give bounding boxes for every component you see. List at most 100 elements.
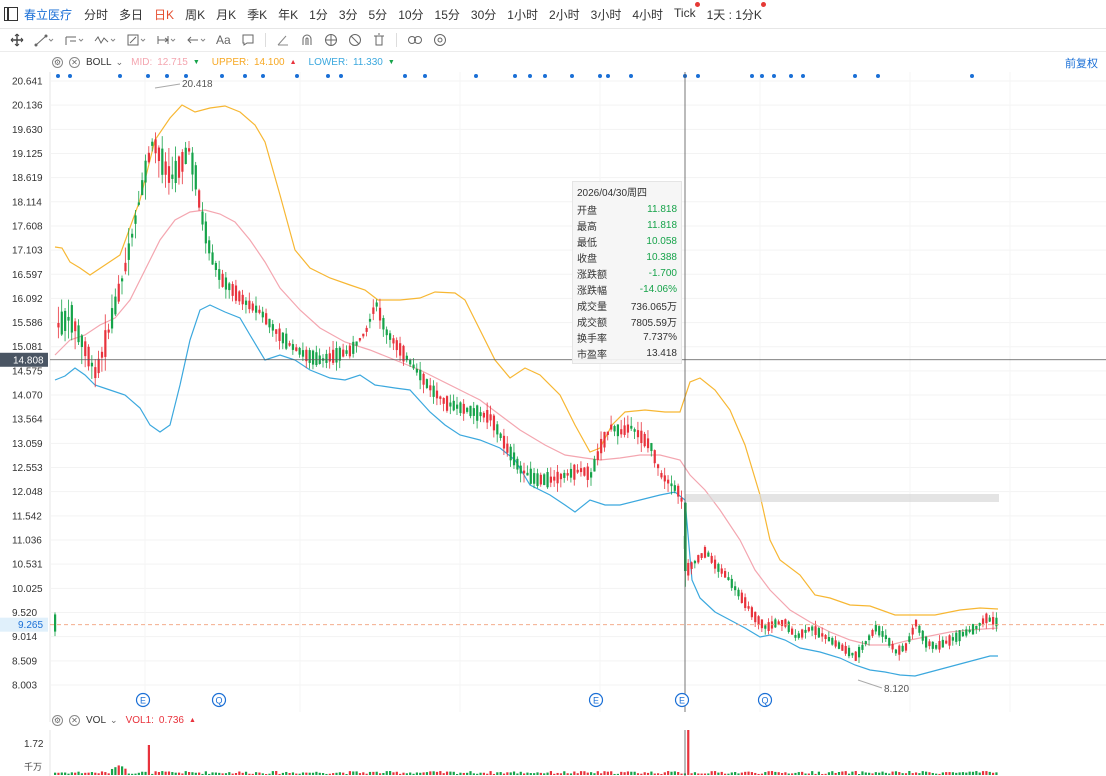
volume-bar bbox=[884, 772, 887, 775]
volume-bar bbox=[462, 772, 465, 775]
chevron-down-icon[interactable]: ⌄ bbox=[110, 715, 118, 726]
period-tab[interactable]: 5分 bbox=[369, 6, 388, 23]
period-tab[interactable]: 3小时 bbox=[591, 6, 622, 23]
volume-bar bbox=[261, 773, 264, 775]
period-tab[interactable]: 季K bbox=[247, 6, 267, 23]
magnet-icon[interactable] bbox=[300, 33, 314, 47]
vol-name[interactable]: VOL bbox=[86, 715, 106, 726]
candlestick-chart[interactable]: 20.641 20.136 19.630 19.125 18.619 18.114 17.6… bbox=[0, 72, 1106, 728]
volume-bar bbox=[345, 773, 348, 775]
volume-bar bbox=[147, 745, 150, 775]
volume-bar bbox=[881, 771, 884, 775]
hide-icon[interactable] bbox=[348, 33, 362, 47]
tooltip-row: 换手率 7.737% bbox=[577, 329, 677, 345]
period-tab[interactable]: 4小时 bbox=[632, 6, 663, 23]
period-tab[interactable]: 1小时 bbox=[507, 6, 538, 23]
candle-body bbox=[161, 148, 164, 175]
settings-icon[interactable] bbox=[433, 33, 447, 47]
restore-mode-button[interactable]: 前复权 bbox=[1065, 55, 1098, 71]
candle-body bbox=[935, 645, 938, 649]
candle-body bbox=[208, 240, 211, 254]
range-tool-icon[interactable] bbox=[156, 33, 176, 47]
volume-bar bbox=[583, 771, 586, 775]
volume-bar bbox=[382, 772, 385, 775]
volume-bar bbox=[770, 771, 774, 775]
arrow-back-icon[interactable] bbox=[186, 33, 206, 47]
period-tab[interactable]: 周K bbox=[185, 6, 205, 23]
volume-bar bbox=[157, 772, 161, 775]
y-tick-label: 13.059 bbox=[12, 439, 43, 450]
angle-icon[interactable] bbox=[276, 33, 290, 47]
panel-toggle-icon[interactable] bbox=[4, 7, 18, 21]
volume-chart[interactable]: 1.72 bbox=[0, 730, 1106, 776]
period-tab[interactable]: 1分 bbox=[309, 6, 328, 23]
wave-tool-icon[interactable] bbox=[94, 33, 116, 47]
volume-bar bbox=[600, 773, 603, 775]
period-tab[interactable]: 1天 : 1分K bbox=[707, 1, 766, 23]
crosshair-icon[interactable] bbox=[10, 33, 24, 47]
volume-bar bbox=[841, 771, 844, 775]
period-tab[interactable]: 分时 bbox=[84, 6, 108, 23]
candle-body bbox=[630, 425, 633, 429]
tooltip-date: 2026/04/30周四 bbox=[577, 188, 648, 199]
measure-tool-icon[interactable] bbox=[126, 33, 146, 47]
period-tab[interactable]: 15分 bbox=[435, 6, 460, 23]
period-tab[interactable]: 月K bbox=[216, 6, 236, 23]
candle-body bbox=[754, 611, 757, 623]
channel-tool-icon[interactable] bbox=[64, 33, 84, 47]
eye-icon[interactable] bbox=[324, 33, 338, 47]
candle-body bbox=[663, 475, 666, 482]
period-tab[interactable]: 10分 bbox=[398, 6, 423, 23]
volume-bar bbox=[861, 771, 864, 775]
period-tab[interactable]: 30分 bbox=[471, 6, 496, 23]
y-tick-label: 11.542 bbox=[12, 511, 42, 522]
volume-bar bbox=[744, 771, 747, 775]
volume-bar bbox=[419, 772, 422, 775]
volume-bar bbox=[305, 772, 308, 775]
stock-name[interactable]: 春立医疗 bbox=[24, 6, 72, 23]
candle-body bbox=[817, 628, 820, 638]
volume-bar bbox=[958, 772, 961, 775]
volume-bar bbox=[198, 772, 201, 775]
volume-bar bbox=[117, 765, 120, 775]
indicator-close-icon[interactable]: ✕ bbox=[69, 714, 80, 726]
comment-icon[interactable] bbox=[241, 33, 255, 47]
candle-body bbox=[807, 627, 810, 632]
candle-body bbox=[891, 643, 894, 650]
price-tooltip: 2026/04/30周四 开盘 11.818 最高 11.818 最低 10.058 收盘 1… bbox=[572, 181, 682, 364]
candle-body bbox=[268, 318, 271, 328]
period-tab[interactable]: 2小时 bbox=[549, 6, 580, 23]
candle-body bbox=[144, 160, 147, 183]
period-tab[interactable]: 日K bbox=[154, 6, 174, 23]
candle-body bbox=[409, 360, 412, 365]
candle-body bbox=[951, 637, 954, 641]
candle-body bbox=[610, 424, 613, 430]
event-dot bbox=[146, 74, 150, 78]
volume-bar bbox=[84, 772, 87, 775]
period-tab[interactable]: 年K bbox=[278, 6, 298, 23]
indicator-settings-icon[interactable]: ⚙ bbox=[52, 714, 63, 726]
indicator-close-icon[interactable]: ✕ bbox=[69, 56, 80, 68]
volume-bar bbox=[814, 773, 817, 775]
event-dot bbox=[423, 74, 427, 78]
period-tab[interactable]: 3分 bbox=[339, 6, 358, 23]
indicator-settings-icon[interactable]: ⚙ bbox=[52, 56, 63, 68]
event-dot bbox=[696, 74, 700, 78]
trash-icon[interactable] bbox=[372, 33, 386, 47]
tooltip-value: -1.700 bbox=[648, 267, 677, 279]
boll-name[interactable]: BOLL bbox=[86, 57, 112, 68]
chevron-down-icon[interactable]: ⌄ bbox=[116, 57, 124, 68]
event-dot bbox=[220, 74, 224, 78]
candles-group bbox=[54, 132, 998, 663]
text-tool-icon[interactable]: Aa bbox=[216, 33, 231, 47]
volume-bar bbox=[898, 772, 901, 775]
candle-body bbox=[151, 141, 154, 146]
volume-bar bbox=[512, 771, 516, 775]
period-tab[interactable]: 多日 bbox=[119, 6, 143, 23]
candle-body bbox=[904, 643, 908, 651]
period-tab[interactable]: Tick bbox=[674, 1, 700, 23]
line-tool-icon[interactable] bbox=[34, 33, 54, 47]
link-icon[interactable] bbox=[407, 33, 423, 47]
y-tick-label: 12.048 bbox=[12, 487, 43, 498]
low-price-label: 8.120 bbox=[884, 684, 909, 695]
